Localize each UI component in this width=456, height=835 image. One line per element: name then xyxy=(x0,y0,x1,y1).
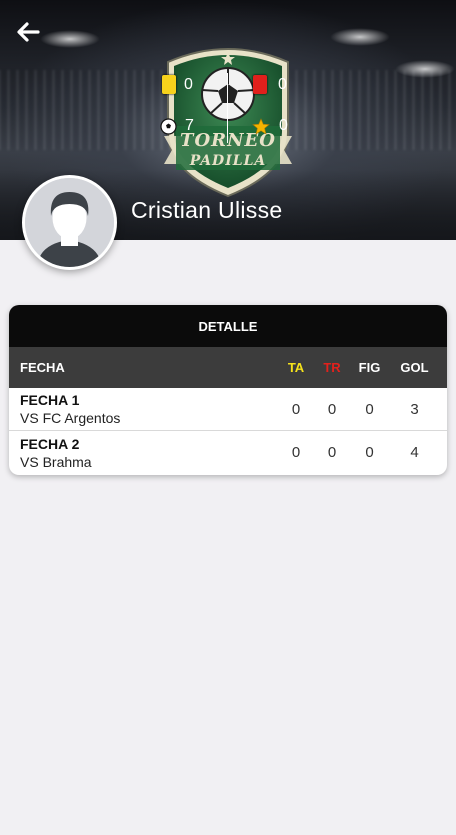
cell-gol: 3 xyxy=(410,400,419,418)
match-rival: VS Brahma xyxy=(20,453,92,470)
yellow-cards-stat: 0 xyxy=(162,75,193,94)
goals-stat: 7 xyxy=(160,117,194,135)
red-cards-value: 0 xyxy=(278,75,287,93)
red-card-icon xyxy=(253,75,267,94)
cell-fig: 0 xyxy=(365,444,374,461)
stadium-light xyxy=(395,60,455,78)
match-rival: VS FC Argentos xyxy=(20,410,121,426)
player-name: Cristian Ulisse xyxy=(131,197,283,223)
stars-value: 0 xyxy=(279,117,288,134)
panel-title: DETALLE xyxy=(9,305,447,347)
user-placeholder-icon xyxy=(25,178,114,267)
logo-text-padilla: PADILLA xyxy=(189,153,267,169)
table-row: FECHA 1 VS FC Argentos 0 0 0 3 xyxy=(9,388,447,431)
match-title: FECHA 1 xyxy=(20,392,80,408)
cell-ta: 0 xyxy=(291,444,301,461)
table-header: FECHA TA TR FIG GOL xyxy=(9,347,447,388)
avatar xyxy=(22,175,117,270)
detail-panel: DETALLE FECHA TA TR FIG GOL FECHA 1 VS F… xyxy=(9,305,447,475)
stars-stat: 0 xyxy=(252,117,288,135)
table-row: FECHA 2 VS Brahma 0 0 0 4 xyxy=(9,431,447,474)
column-header-fecha: FECHA xyxy=(20,360,65,375)
arrow-left-icon xyxy=(17,22,40,42)
back-button[interactable] xyxy=(14,18,42,46)
stadium-light xyxy=(40,30,100,48)
stadium-light xyxy=(330,28,390,46)
match-title: FECHA 2 xyxy=(20,435,80,452)
yellow-cards-value: 0 xyxy=(184,75,193,93)
cell-fig: 0 xyxy=(365,400,374,418)
column-header-gol: GOL xyxy=(400,360,429,375)
crest-divider xyxy=(227,73,228,143)
cell-tr: 0 xyxy=(327,444,337,461)
cell-gol: 4 xyxy=(410,444,419,461)
column-header-ta: TA xyxy=(287,360,305,375)
red-cards-stat: 0 xyxy=(253,75,287,94)
yellow-card-icon xyxy=(162,75,176,94)
cell-ta: 0 xyxy=(291,400,301,418)
column-header-fig: FIG xyxy=(358,360,381,375)
cell-tr: 0 xyxy=(327,400,337,418)
star-icon xyxy=(252,117,270,135)
goals-value: 7 xyxy=(185,117,194,134)
soccer-ball-icon xyxy=(160,117,177,135)
column-header-tr: TR xyxy=(323,360,341,375)
